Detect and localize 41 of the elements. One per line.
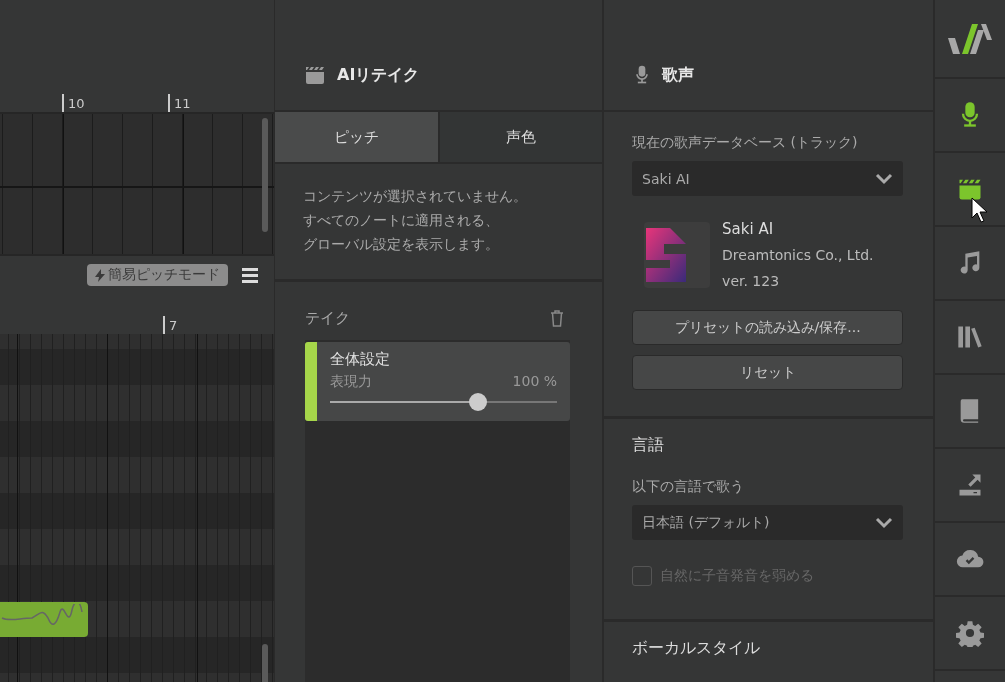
slider-thumb[interactable] [468, 393, 487, 411]
info-message: すべてのノートに適用される、 [303, 211, 500, 230]
take-name: 全体設定 [330, 350, 391, 369]
voicebank-version: ver. 123 [722, 272, 781, 291]
parameter-label: 表現力 [330, 373, 372, 391]
settings-icon[interactable] [956, 619, 985, 647]
parameter-value: 100 % [512, 373, 558, 391]
scrollbar[interactable] [262, 644, 268, 682]
trash-icon[interactable] [550, 309, 565, 327]
ruler-tick [163, 316, 165, 334]
app-logo-icon [948, 21, 993, 56]
panel-title: 歌声 [662, 64, 695, 86]
language-dropdown[interactable]: 日本語 (デフォルト) [632, 505, 904, 540]
section-heading: ボーカルスタイル [632, 638, 762, 659]
voicebank-vendor: Dreamtonics Co., Ltd. [722, 246, 874, 265]
menu-icon[interactable] [242, 267, 258, 283]
voice-database-dropdown[interactable]: Saki AI [632, 161, 904, 196]
field-label: 以下の言語で歌う [632, 478, 746, 496]
scrollbar[interactable] [262, 118, 268, 232]
ruler-label: 11 [174, 96, 191, 112]
reset-button[interactable]: リセット [632, 355, 904, 390]
section-label: テイク [305, 308, 350, 328]
ruler-tick [62, 94, 64, 112]
mouse-cursor-icon [971, 197, 989, 223]
info-message: グローバル設定を表示します。 [303, 235, 500, 254]
field-label: 現在の歌声データベース (トラック) [632, 134, 859, 152]
tab[interactable]: ピッチ [275, 112, 438, 162]
panel-title: AIリテイク [337, 64, 420, 86]
section-heading: 言語 [632, 435, 666, 456]
ruler-label: 7 [169, 318, 178, 334]
pitch-mode-button[interactable]: 簡易ピッチモード [87, 264, 228, 286]
preset-button[interactable]: プリセットの読み込み/保存... [632, 310, 904, 345]
ruler-label: 10 [68, 96, 85, 112]
chevron-down-icon [875, 516, 894, 529]
chevron-down-icon [875, 172, 894, 185]
take-card[interactable]: 全体設定 表現力 100 % [305, 342, 571, 421]
info-message: コンテンツが選択されていません。 [303, 187, 528, 206]
lightning-icon [95, 268, 105, 282]
voicebank-name: Saki AI [722, 219, 775, 240]
voicebank-artwork-icon [644, 222, 711, 288]
ruler-tick [168, 94, 170, 112]
